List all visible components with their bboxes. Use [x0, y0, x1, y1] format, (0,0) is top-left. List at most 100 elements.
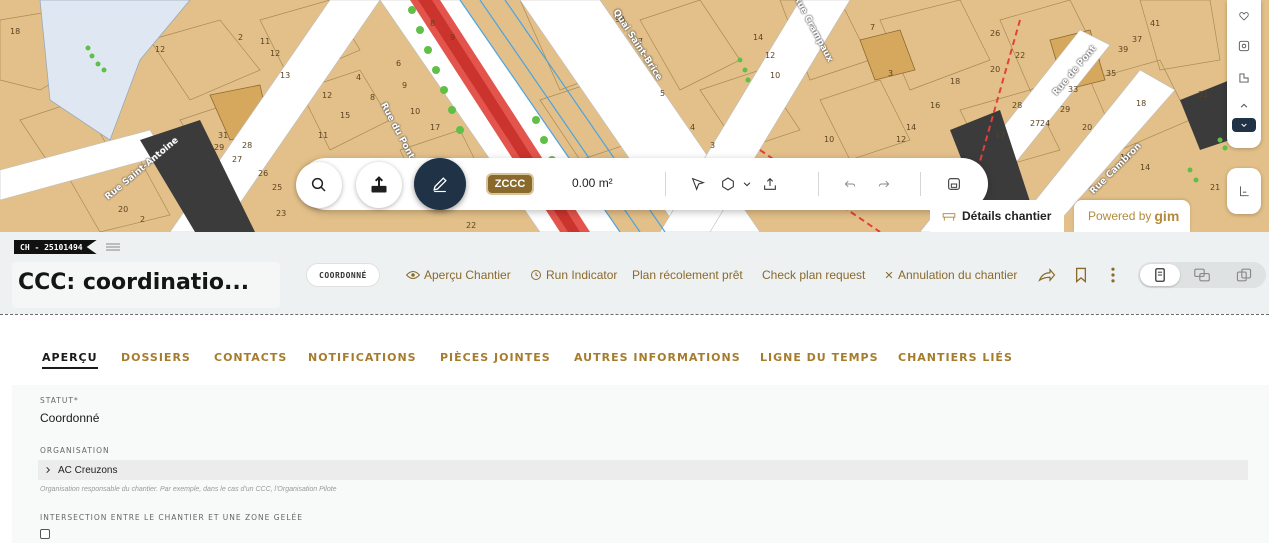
shape-dropdown-button[interactable] [740, 174, 754, 194]
plan-recolement-label: Plan récolement prêt [632, 268, 743, 282]
zone-type-chip[interactable]: ZCCC [486, 173, 534, 195]
close-icon [885, 271, 893, 279]
layers-button[interactable] [1234, 68, 1254, 88]
detail-tabs: APERÇU DOSSIERS CONTACTS NOTIFICATIONS P… [0, 315, 1269, 385]
search-icon [311, 177, 326, 192]
annulation-chantier-link[interactable]: Annulation du chantier [884, 268, 1017, 282]
organisation-label: ORGANISATION [40, 446, 110, 455]
svg-text:14: 14 [906, 123, 916, 132]
edit-button[interactable] [414, 158, 466, 210]
polygon-tool-button[interactable] [718, 174, 738, 194]
tab-details-chantier[interactable]: Détails chantier [930, 200, 1064, 232]
view-mode-split[interactable] [1182, 264, 1222, 286]
collapse-up-button[interactable] [1234, 96, 1254, 116]
tab-notifications[interactable]: NOTIFICATIONS [308, 351, 417, 364]
expand-down-button[interactable] [1232, 118, 1256, 132]
svg-text:35: 35 [1106, 69, 1116, 78]
tab-chantiers-lies[interactable]: CHANTIERS LIÉS [898, 351, 1013, 364]
svg-text:20: 20 [1082, 123, 1092, 132]
tab-contacts[interactable]: CONTACTS [214, 351, 287, 364]
svg-text:26: 26 [990, 29, 1000, 38]
svg-text:22: 22 [466, 221, 476, 230]
favorite-button[interactable] [1234, 6, 1254, 26]
map-drawing-toolbar: ZCCC 0.00 m² [296, 158, 988, 210]
run-indicator-label: Run Indicator [546, 268, 618, 282]
share-button[interactable] [1038, 266, 1056, 284]
undo-button[interactable] [840, 174, 860, 194]
svg-text:20: 20 [990, 65, 1000, 74]
save-icon [948, 178, 960, 190]
tab-autres-informations[interactable]: AUTRES INFORMATIONS [574, 351, 741, 364]
powered-by-tab[interactable]: Powered by gim [1074, 200, 1190, 232]
chevron-down-icon [743, 182, 751, 187]
svg-text:10: 10 [410, 107, 420, 116]
svg-text:2: 2 [140, 215, 145, 224]
tab-dossiers[interactable]: DOSSIERS [121, 351, 191, 364]
svg-text:9: 9 [450, 33, 455, 42]
svg-text:12: 12 [896, 135, 906, 144]
check-plan-request-link[interactable]: Check plan request [762, 268, 865, 282]
svg-text:39: 39 [1118, 45, 1128, 54]
organisation-hint: Organisation responsable du chantier. Pa… [40, 486, 337, 493]
svg-text:12: 12 [155, 45, 165, 54]
intersection-label: INTERSECTION ENTRE LE CHANTIER ET UNE ZO… [40, 513, 303, 522]
more-options-button[interactable] [1104, 266, 1122, 284]
undo-icon [844, 180, 856, 188]
svg-text:18: 18 [950, 77, 960, 86]
apercu-chantier-link[interactable]: Aperçu Chantier [406, 268, 511, 282]
bookmark-button[interactable] [1072, 266, 1090, 284]
details-tab-label: Détails chantier [962, 209, 1052, 223]
svg-text:9: 9 [402, 81, 407, 90]
locate-button[interactable] [1234, 36, 1254, 56]
legend-button[interactable] [1227, 168, 1261, 214]
gim-logo-text: gim [1154, 208, 1180, 224]
svg-text:10: 10 [770, 71, 780, 80]
organisation-row[interactable]: AC Creuzons [38, 460, 1248, 480]
tab-ligne-du-temps[interactable]: LIGNE DU TEMPS [760, 351, 879, 364]
svg-text:2: 2 [238, 33, 243, 42]
check-plan-request-label: Check plan request [762, 268, 866, 282]
svg-text:28: 28 [1012, 101, 1022, 110]
svg-text:28: 28 [242, 141, 252, 150]
view-mode-document[interactable] [1140, 264, 1180, 286]
map-view[interactable]: 18 12 2 11 12 13 8 9 9A 7 14 12 10 7 26 22 20 37 39 41 … [0, 0, 1269, 232]
svg-text:3: 3 [888, 69, 893, 78]
save-button[interactable] [944, 174, 964, 194]
status-badge: COORDONNÉ [306, 263, 380, 287]
view-mode-toggle [1138, 262, 1266, 288]
pencil-icon [433, 177, 447, 193]
svg-text:26: 26 [258, 169, 268, 178]
svg-text:27: 27 [232, 155, 242, 164]
search-button[interactable] [296, 162, 342, 208]
import-button[interactable] [356, 162, 402, 208]
plan-recolement-link[interactable]: Plan récolement prêt [632, 268, 743, 282]
statut-label: STATUT* [40, 396, 79, 405]
tab-pieces-jointes[interactable]: PIÈCES JOINTES [440, 351, 551, 364]
svg-text:10: 10 [824, 135, 834, 144]
hexagon-icon [722, 177, 734, 191]
legend-icon [1240, 186, 1249, 197]
barrier-icon [942, 213, 956, 221]
svg-text:31: 31 [1198, 90, 1208, 99]
svg-text:8: 8 [430, 19, 435, 28]
svg-text:12: 12 [765, 51, 775, 60]
svg-text:8: 8 [370, 93, 375, 102]
area-readout: 0.00 m² [572, 176, 613, 190]
svg-text:11: 11 [318, 131, 328, 140]
map-right-controls [1227, 0, 1261, 148]
export-shape-button[interactable] [760, 174, 780, 194]
redo-button[interactable] [874, 174, 894, 194]
intersection-checkbox[interactable] [40, 529, 50, 539]
select-tool-button[interactable] [688, 174, 708, 194]
organisation-value: AC Creuzons [58, 464, 118, 476]
svg-text:12: 12 [322, 91, 332, 100]
svg-text:20: 20 [118, 205, 128, 214]
share-arrow-icon [1038, 268, 1056, 282]
run-indicator-link[interactable]: Run Indicator [530, 268, 617, 282]
svg-text:15: 15 [340, 111, 350, 120]
chevron-down-icon [1241, 123, 1247, 128]
svg-text:37: 37 [1132, 35, 1142, 44]
svg-text:12: 12 [270, 49, 280, 58]
tab-apercu[interactable]: APERÇU [42, 351, 98, 369]
view-mode-stack[interactable] [1224, 264, 1264, 286]
